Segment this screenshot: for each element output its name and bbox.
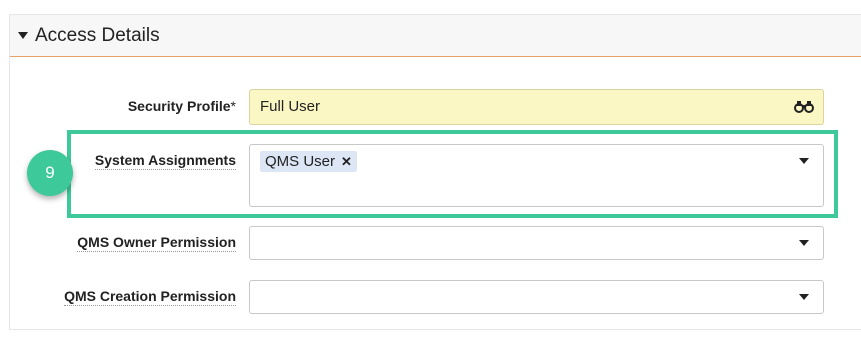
close-icon[interactable]: ✕ bbox=[341, 154, 352, 170]
section-title: Access Details bbox=[35, 24, 160, 46]
qms-owner-permission-select[interactable] bbox=[249, 226, 824, 260]
qms-creation-permission-label: QMS Creation Permission bbox=[64, 288, 236, 306]
step-number-badge: 9 bbox=[27, 150, 73, 196]
chevron-down-icon[interactable] bbox=[799, 294, 809, 300]
caret-down-icon[interactable] bbox=[18, 32, 28, 39]
security-profile-field[interactable]: Full User bbox=[249, 89, 824, 125]
system-assignments-label: System Assignments bbox=[94, 152, 236, 170]
security-profile-value: Full User bbox=[260, 98, 321, 115]
tag-label: QMS User bbox=[265, 153, 336, 170]
required-mark: * bbox=[230, 98, 236, 114]
security-profile-label-text: Security Profile bbox=[127, 98, 231, 114]
system-assignments-multiselect[interactable]: QMS User ✕ bbox=[249, 144, 824, 207]
security-profile-label: Security Profile* bbox=[128, 98, 236, 114]
chevron-down-icon[interactable] bbox=[799, 240, 809, 246]
binoculars-icon[interactable] bbox=[794, 99, 814, 118]
system-assignments-label-text: System Assignments bbox=[94, 152, 236, 170]
qms-owner-permission-label-text: QMS Owner Permission bbox=[77, 234, 236, 252]
qms-owner-permission-label: QMS Owner Permission bbox=[77, 234, 236, 252]
tag-qms-user: QMS User ✕ bbox=[260, 151, 357, 172]
qms-creation-permission-label-text: QMS Creation Permission bbox=[64, 288, 236, 306]
chevron-down-icon[interactable] bbox=[799, 158, 809, 164]
section-header[interactable]: Access Details bbox=[10, 15, 861, 57]
qms-creation-permission-select[interactable] bbox=[249, 280, 824, 314]
